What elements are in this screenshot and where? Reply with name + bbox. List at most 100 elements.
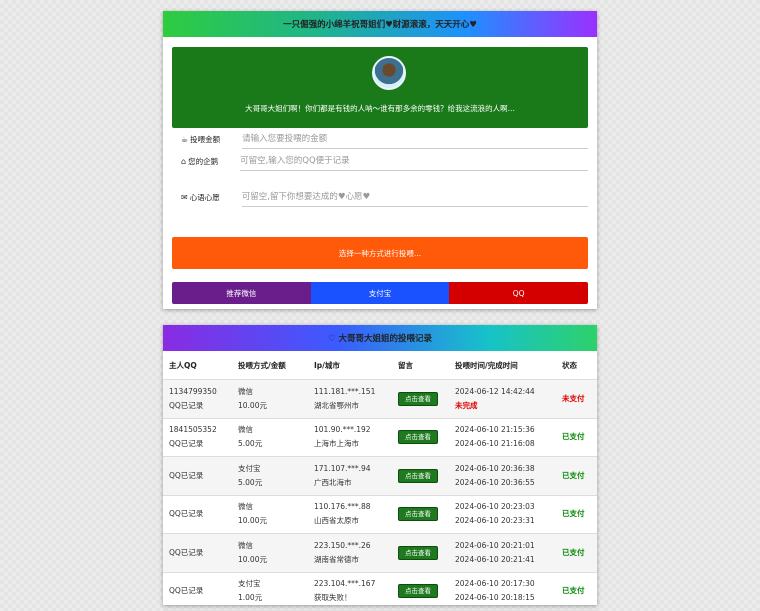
city: 湖南省常德市	[314, 554, 359, 564]
cell-status: 已支付	[556, 418, 597, 457]
banner-text: 大哥哥大姐们啊！你们都是有钱的人呐～谁有那多余的零钱？给我这流浪的人啊...	[245, 104, 515, 113]
qq-note: QQ已记录	[169, 400, 204, 410]
donate-card-title: 一只倔强的小绵羊祝哥姐们♥财源滚滚，天天开心♥	[163, 11, 597, 37]
cell-status: 已支付	[556, 572, 597, 611]
cell-qq: QQ已记录	[163, 495, 232, 534]
cell-ip: 111.181.***.151 湖北省鄂州市	[308, 380, 392, 419]
qq-number: 1134799350	[169, 386, 217, 396]
view-message-button[interactable]: 点击查看	[398, 430, 438, 445]
pay-method: 微信	[238, 540, 253, 550]
table-row: QQ已记录 微信 10.00元 110.176.***.88 山西省太原市 点击查看 202…	[163, 495, 597, 534]
table-row: QQ已记录 微信 10.00元 223.150.***.26 湖南省常德市 点击查看 202…	[163, 533, 597, 573]
view-message-button[interactable]: 点击查看	[398, 584, 438, 599]
payment-methods: 推荐微信 支付宝 QQ	[172, 282, 589, 304]
qq-number: 1841505352	[169, 425, 217, 435]
cell-status: 已支付	[556, 534, 597, 573]
qq-note: QQ已记录	[169, 547, 204, 557]
pay-method: 微信	[238, 425, 253, 435]
col-message: 留言	[392, 351, 449, 380]
feed-time: 2024-06-10 20:17:30	[455, 579, 535, 589]
cell-method: 微信 10.00元	[232, 380, 308, 419]
avatar	[372, 56, 406, 90]
pay-method: 支付宝	[238, 463, 261, 473]
status-badge: 已支付	[562, 547, 585, 557]
cell-qq: QQ已记录	[163, 534, 232, 573]
cell-time: 2024-06-10 20:23:03 2024-06-10 20:23:31	[449, 495, 556, 534]
pay-amount: 10.00元	[238, 400, 267, 410]
envelope-icon: ✉	[181, 192, 188, 202]
ip-address: 223.104.***.167	[314, 579, 376, 589]
cell-ip: 101.90.***.192 上海市上海市	[308, 418, 392, 457]
cell-qq: 1841505352 QQ已记录	[163, 418, 232, 457]
wechat-button[interactable]: 推荐微信	[172, 282, 311, 304]
cell-status: 未支付	[556, 380, 597, 419]
city: 广西北海市	[314, 477, 352, 487]
cell-time: 2024-06-10 21:15:36 2024-06-10 21:16:08	[449, 418, 556, 457]
amount-input[interactable]	[242, 129, 588, 149]
view-message-button[interactable]: 点击查看	[398, 391, 438, 406]
cell-time: 2024-06-10 20:21:01 2024-06-10 20:21:41	[449, 534, 556, 573]
table-row: 1134799350 QQ已记录 微信 10.00元 111.181.***.151 湖北…	[163, 379, 597, 419]
cell-time: 2024-06-12 14:42:44 未完成	[449, 380, 556, 419]
qq-label: 您的企鹅	[188, 156, 219, 166]
view-message-button[interactable]: 点击查看	[398, 545, 438, 560]
cell-message: 点击查看	[392, 418, 449, 457]
pay-button[interactable]: 选择一种方式进行投喂...	[172, 237, 588, 269]
feed-time: 2024-06-10 20:36:38	[455, 463, 535, 473]
feed-time: 2024-06-10 21:15:36	[455, 425, 535, 435]
cell-message: 点击查看	[392, 495, 449, 534]
col-ip: Ip/城市	[308, 351, 392, 380]
cell-qq: QQ已记录	[163, 457, 232, 496]
ip-address: 111.181.***.151	[314, 386, 376, 396]
feed-time: 2024-06-12 14:42:44	[455, 386, 535, 396]
city: 山西省太原市	[314, 516, 359, 526]
pay-method: 支付宝	[238, 579, 261, 589]
cell-qq: QQ已记录	[163, 572, 232, 611]
cell-ip: 223.104.***.167 获取失败！	[308, 572, 392, 611]
cell-ip: 171.107.***.94 广西北海市	[308, 457, 392, 496]
done-time: 2024-06-10 20:23:31	[455, 516, 535, 526]
pay-amount: 5.00元	[238, 439, 263, 449]
table-row: 1841505352 QQ已记录 微信 5.00元 101.90.***.192 上海市上…	[163, 418, 597, 457]
city: 上海市上海市	[314, 439, 359, 449]
qq-input[interactable]	[240, 151, 588, 171]
wish-input[interactable]	[241, 187, 588, 207]
col-status: 状态	[556, 351, 597, 380]
banner: 大哥哥大姐们啊！你们都是有钱的人呐～谁有那多余的零钱？给我这流浪的人啊...	[172, 47, 588, 128]
col-time: 投喂时间/完成时间	[449, 351, 556, 380]
cell-message: 点击查看	[392, 457, 449, 496]
qq-note: QQ已记录	[169, 509, 204, 519]
cell-qq: 1134799350 QQ已记录	[163, 380, 232, 419]
cell-ip: 110.176.***.88 山西省太原市	[308, 495, 392, 534]
ip-address: 171.107.***.94	[314, 463, 371, 473]
done-time: 未完成	[455, 400, 478, 410]
wish-label: 心语心愿	[189, 192, 220, 202]
qq-row: ⌂ 您的企鹅	[181, 151, 588, 171]
status-badge: 已支付	[562, 586, 585, 596]
done-time: 2024-06-10 20:21:41	[455, 554, 535, 564]
cell-method: 支付宝 5.00元	[232, 457, 308, 496]
donate-card: 一只倔强的小绵羊祝哥姐们♥财源滚滚，天天开心♥ 大哥哥大姐们啊！你们都是有钱的人…	[163, 11, 597, 309]
feed-time: 2024-06-10 20:23:03	[455, 502, 535, 512]
qq-pay-button[interactable]: QQ	[449, 282, 589, 304]
col-method: 投喂方式/金额	[232, 351, 308, 380]
table-header: 主人QQ 投喂方式/金额 Ip/城市 留言 投喂时间/完成时间 状态	[163, 351, 597, 380]
city: 湖北省鄂州市	[314, 400, 359, 410]
ip-address: 223.150.***.26	[314, 540, 371, 550]
cell-method: 微信 5.00元	[232, 418, 308, 457]
table-row: QQ已记录 支付宝 1.00元 223.104.***.167 获取失败！ 点击查看 202…	[163, 572, 597, 611]
pay-amount: 5.00元	[238, 477, 263, 487]
cell-method: 支付宝 1.00元	[232, 572, 308, 611]
feed-time: 2024-06-10 20:21:01	[455, 540, 535, 550]
cell-message: 点击查看	[392, 380, 449, 419]
col-qq: 主人QQ	[163, 351, 232, 380]
qq-note: QQ已记录	[169, 470, 204, 480]
cell-time: 2024-06-10 20:36:38 2024-06-10 20:36:55	[449, 457, 556, 496]
cell-ip: 223.150.***.26 湖南省常德市	[308, 534, 392, 573]
alipay-button[interactable]: 支付宝	[310, 282, 450, 304]
pay-method: 微信	[238, 386, 253, 396]
view-message-button[interactable]: 点击查看	[398, 507, 438, 522]
qq-note: QQ已记录	[169, 586, 204, 596]
city: 获取失败！	[314, 593, 352, 603]
view-message-button[interactable]: 点击查看	[398, 468, 438, 483]
